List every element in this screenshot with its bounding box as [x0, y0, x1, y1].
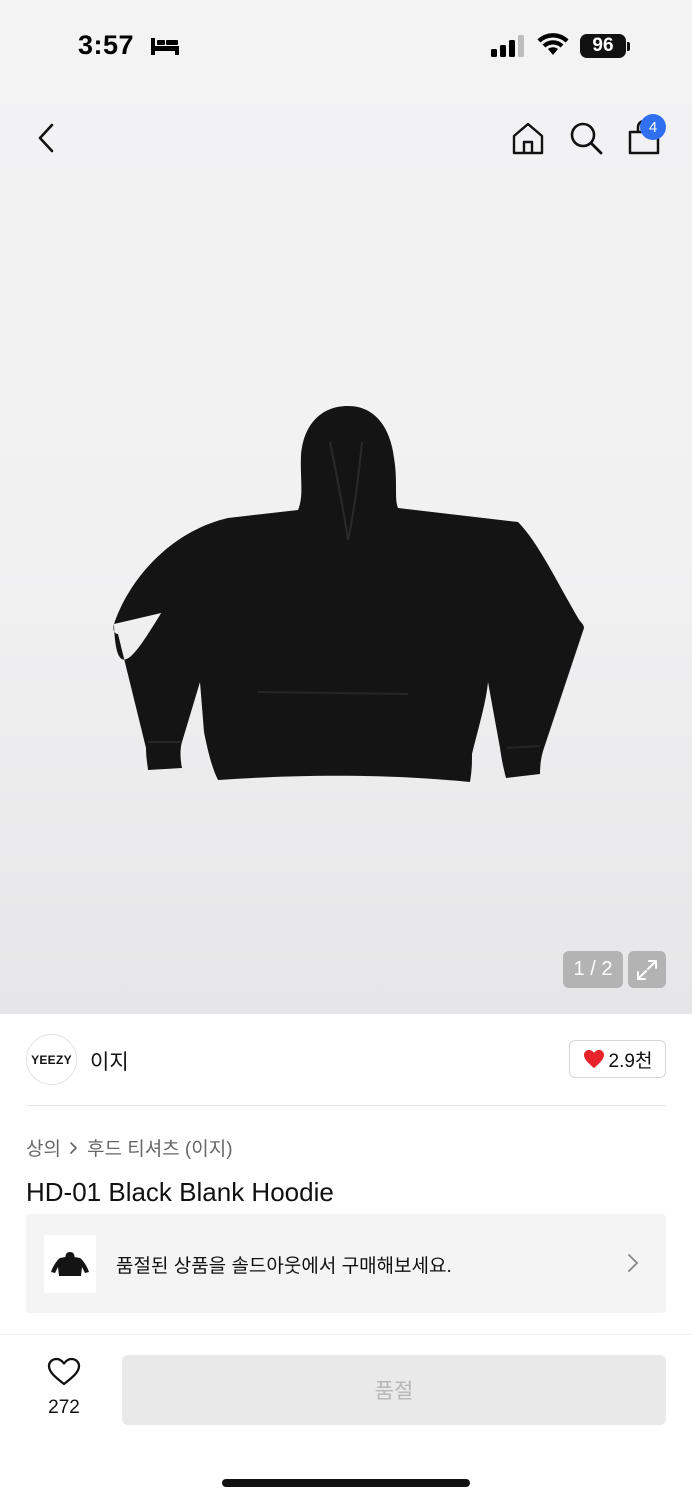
- soldout-buy-button[interactable]: 품절: [122, 1355, 666, 1425]
- home-indicator: [222, 1479, 470, 1487]
- chevron-left-icon: [38, 123, 54, 153]
- back-button[interactable]: [26, 118, 66, 158]
- home-button[interactable]: [506, 116, 550, 160]
- cart-count-badge: 4: [640, 114, 666, 140]
- battery-tip: [627, 42, 630, 51]
- heart-filled-icon: [583, 1049, 604, 1069]
- soldout-banner-text: 품절된 상품을 솔드아웃에서 구매해보세요.: [116, 1256, 452, 1277]
- search-icon: [570, 122, 603, 155]
- product-title: HD-01 Black Blank Hoodie: [26, 1177, 334, 1207]
- divider: [26, 1105, 666, 1106]
- hoodie-thumbnail-image: [51, 1252, 89, 1276]
- breadcrumb-category[interactable]: 상의: [26, 1134, 61, 1161]
- heart-outline-icon: [47, 1357, 81, 1386]
- brand-like-button[interactable]: 2.9천: [569, 1040, 666, 1078]
- status-time: 3:57: [78, 30, 135, 60]
- product-image-hoodie: [113, 406, 584, 782]
- cellular-signal-icon: [491, 35, 524, 57]
- expand-image-button[interactable]: [628, 951, 666, 988]
- sleep-bed-icon: [151, 38, 179, 55]
- gallery-pager: 1 / 2: [563, 951, 623, 988]
- soldout-thumbnail: [44, 1235, 96, 1293]
- search-button[interactable]: [564, 116, 608, 160]
- wishlist-count: 272: [48, 1397, 80, 1418]
- home-icon: [512, 122, 544, 155]
- expand-icon: [637, 959, 657, 980]
- breadcrumb-subcategory[interactable]: 후드 티셔츠 (이지): [87, 1134, 233, 1161]
- wifi-icon: [537, 33, 569, 55]
- chevron-right-icon: [70, 1141, 77, 1154]
- breadcrumb: 상의 후드 티셔츠 (이지): [26, 1134, 233, 1161]
- battery-indicator: 96: [580, 34, 626, 58]
- brand-name[interactable]: 이지: [90, 1046, 129, 1076]
- bottom-bar-divider: [0, 1334, 692, 1335]
- brand-like-count: 2.9천: [608, 1050, 653, 1072]
- brand-logo[interactable]: YEEZY: [26, 1034, 77, 1085]
- chevron-right-icon: [628, 1254, 638, 1272]
